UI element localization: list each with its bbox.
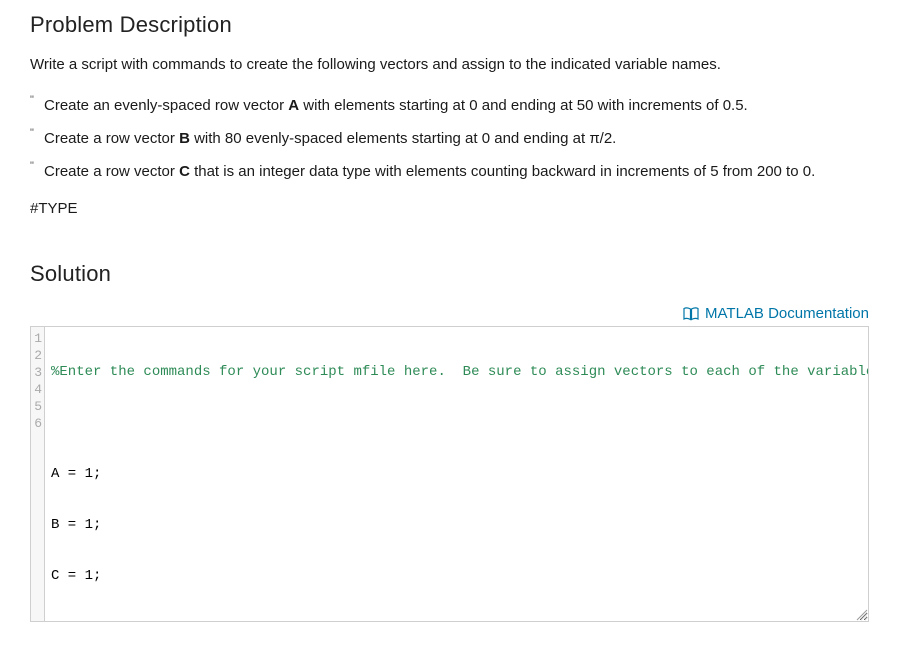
line-number: 2	[33, 347, 42, 364]
code-comment: %Enter the commands for your script mfil…	[51, 364, 868, 380]
problem-description: Write a script with commands to create t…	[30, 54, 869, 75]
problem-heading: Problem Description	[30, 12, 869, 38]
list-item-bold: B	[179, 130, 190, 147]
list-item-post: with 80 evenly-spaced elements starting …	[190, 130, 616, 147]
requirements-list: Create an evenly-spaced row vector A wit…	[30, 95, 869, 182]
line-number: 3	[33, 364, 42, 381]
doc-link-row: MATLAB Documentation	[30, 305, 869, 322]
code-editor[interactable]: 1 2 3 4 5 6 %Enter the commands for your…	[30, 326, 869, 622]
list-item: Create a row vector B with 80 evenly-spa…	[30, 128, 869, 149]
code-statement: C = 1;	[51, 568, 101, 584]
list-item: Create an evenly-spaced row vector A wit…	[30, 95, 869, 116]
line-gutter: 1 2 3 4 5 6	[31, 327, 45, 621]
resize-handle-icon	[854, 607, 868, 621]
list-item-bold: A	[288, 97, 299, 114]
list-item-pre: Create an evenly-spaced row vector	[44, 97, 288, 114]
list-item-post: that is an integer data type with elemen…	[190, 163, 815, 180]
line-number: 4	[33, 381, 42, 398]
type-tag: #TYPE	[30, 200, 869, 217]
solution-heading: Solution	[30, 261, 869, 287]
line-number: 5	[33, 398, 42, 415]
list-item-pre: Create a row vector	[44, 130, 179, 147]
code-area[interactable]: %Enter the commands for your script mfil…	[45, 327, 868, 621]
list-item-post: with elements starting at 0 and ending a…	[299, 97, 748, 114]
list-item: Create a row vector C that is an integer…	[30, 161, 869, 182]
code-statement: B = 1;	[51, 517, 101, 533]
line-number: 6	[33, 415, 42, 432]
list-item-pre: Create a row vector	[44, 163, 179, 180]
code-statement: A = 1;	[51, 466, 101, 482]
matlab-doc-link[interactable]: MATLAB Documentation	[705, 305, 869, 322]
list-item-bold: C	[179, 163, 190, 180]
book-icon	[683, 307, 699, 321]
line-number: 1	[33, 330, 42, 347]
